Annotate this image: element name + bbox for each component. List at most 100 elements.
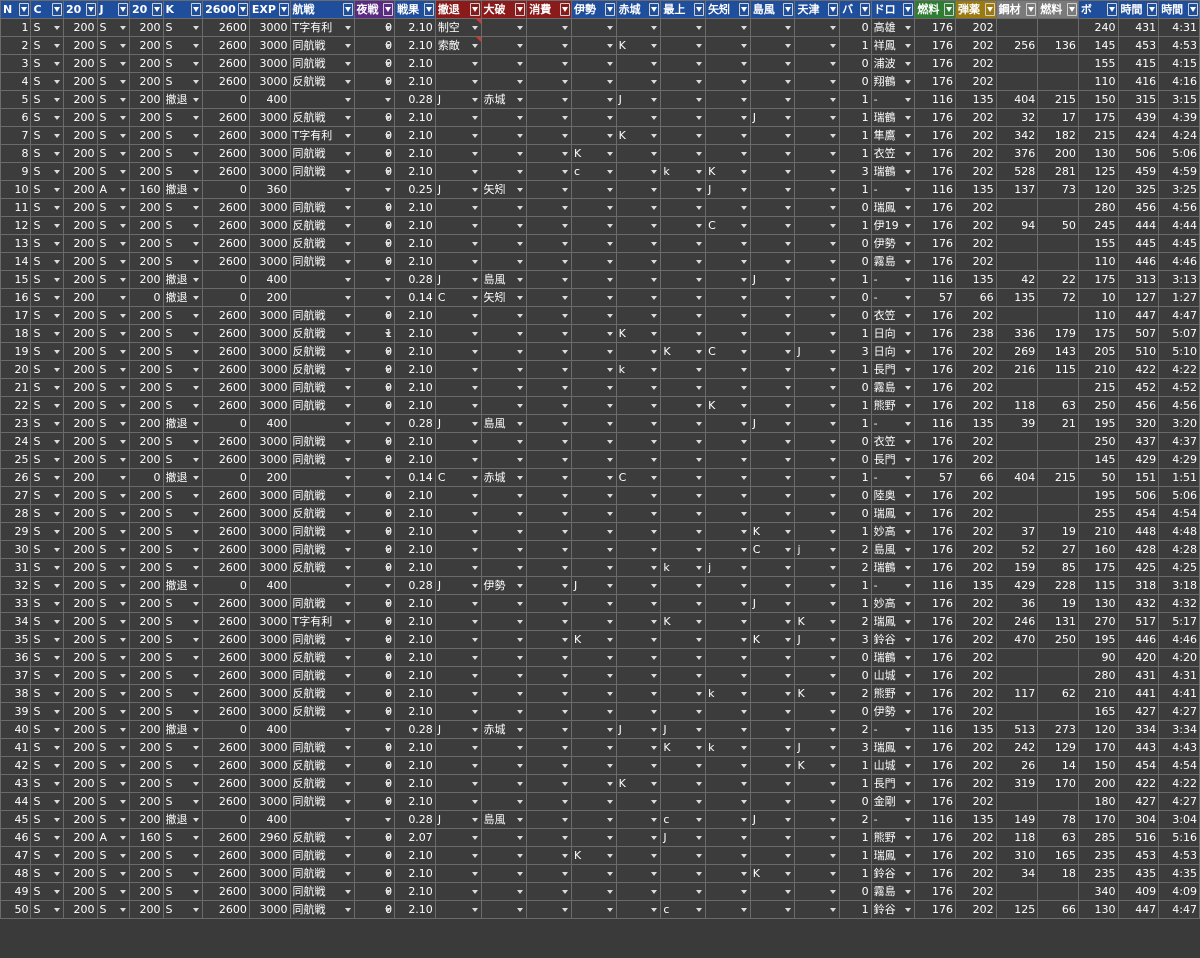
cell-j[interactable]: A — [96, 828, 130, 847]
cell-fuel2[interactable] — [1037, 306, 1079, 325]
dropdown-arrow-icon[interactable] — [120, 512, 126, 516]
cell-k[interactable]: S — [162, 900, 204, 919]
cell-bo[interactable]: 145 — [1077, 36, 1119, 55]
dropdown-arrow-icon[interactable] — [471, 296, 478, 300]
cell-senka[interactable]: 0.28 — [394, 270, 436, 289]
cell-shouhi[interactable] — [526, 270, 572, 289]
dropdown-arrow-icon[interactable] — [385, 440, 392, 444]
dropdown-arrow-icon[interactable] — [606, 818, 613, 822]
dropdown-arrow-icon[interactable] — [830, 98, 837, 102]
dropdown-arrow-icon[interactable] — [120, 224, 126, 228]
cell-shimakaze[interactable] — [749, 702, 796, 721]
cell-time-min[interactable]: 506 — [1117, 144, 1160, 163]
cell-shouhi[interactable] — [526, 576, 572, 595]
dropdown-arrow-icon[interactable] — [830, 764, 837, 768]
cell-senka[interactable]: 2.10 — [394, 864, 436, 883]
header-yasen[interactable]: 夜戦 — [353, 0, 396, 19]
dropdown-arrow-icon[interactable] — [785, 692, 792, 696]
cell-yasen[interactable]: 0 — [353, 396, 396, 415]
cell-val20a[interactable]: 200 — [62, 216, 98, 235]
header-no[interactable]: N — [0, 0, 32, 19]
cell-j[interactable]: S — [96, 576, 130, 595]
cell-val20a[interactable]: 200 — [62, 756, 98, 775]
dropdown-arrow-icon[interactable] — [696, 638, 703, 642]
cell-fuel[interactable]: 176 — [914, 216, 956, 235]
cell-val20a[interactable]: 200 — [62, 198, 98, 217]
cell-kousen[interactable]: 反航戦 — [289, 234, 355, 253]
cell-ammo[interactable]: 202 — [954, 306, 997, 325]
cell-yasen[interactable]: 0 — [353, 828, 396, 847]
cell-amatsu[interactable] — [794, 432, 841, 451]
dropdown-arrow-icon[interactable] — [344, 638, 351, 642]
dropdown-arrow-icon[interactable] — [830, 818, 837, 822]
cell-k[interactable]: S — [162, 36, 204, 55]
cell-k[interactable]: S — [162, 666, 204, 685]
cell-no[interactable]: 26 — [0, 468, 32, 487]
cell-shimakaze[interactable] — [749, 396, 796, 415]
cell-time[interactable]: 4:25 — [1158, 558, 1200, 577]
cell-c[interactable]: S — [30, 234, 64, 253]
dropdown-arrow-icon[interactable] — [785, 134, 792, 138]
cell-ba[interactable]: 1 — [839, 828, 872, 847]
dropdown-arrow-icon[interactable] — [830, 26, 837, 30]
cell-bo[interactable]: 175 — [1077, 270, 1119, 289]
cell-yasen[interactable]: 1 — [353, 324, 396, 343]
dropdown-arrow-icon[interactable] — [193, 584, 200, 588]
cell-ba[interactable]: 0 — [839, 234, 872, 253]
cell-yasen[interactable]: 0 — [353, 648, 396, 667]
cell-kousen[interactable]: 反航戦 — [289, 684, 355, 703]
cell-val20b[interactable]: 200 — [129, 450, 164, 469]
filter-icon[interactable] — [1147, 3, 1158, 16]
dropdown-arrow-icon[interactable] — [471, 458, 478, 462]
cell-ba[interactable]: 0 — [839, 648, 872, 667]
cell-no[interactable]: 25 — [0, 450, 32, 469]
cell-time[interactable]: 4:46 — [1158, 630, 1200, 649]
cell-mogami[interactable] — [660, 324, 707, 343]
cell-bo[interactable]: 210 — [1077, 684, 1119, 703]
cell-steel[interactable]: 404 — [995, 468, 1039, 487]
dropdown-arrow-icon[interactable] — [53, 98, 60, 102]
cell-amatsu[interactable] — [794, 900, 841, 919]
cell-kousen[interactable]: 同航戦 — [289, 378, 355, 397]
dropdown-arrow-icon[interactable] — [785, 458, 792, 462]
cell-ammo[interactable]: 135 — [954, 270, 997, 289]
cell-exp[interactable]: 3000 — [248, 126, 291, 145]
cell-val20b[interactable]: 200 — [129, 90, 164, 109]
dropdown-arrow-icon[interactable] — [561, 242, 568, 246]
cell-c[interactable]: S — [30, 306, 64, 325]
cell-ise[interactable] — [570, 702, 617, 721]
cell-shimakaze[interactable] — [749, 756, 796, 775]
cell-senka[interactable]: 2.10 — [394, 522, 436, 541]
cell-fuel2[interactable] — [1037, 378, 1079, 397]
cell-val20a[interactable]: 200 — [62, 540, 98, 559]
cell-val2600[interactable]: 0 — [202, 414, 250, 433]
cell-amatsu[interactable] — [794, 810, 841, 829]
cell-val20a[interactable]: 200 — [62, 288, 98, 307]
cell-bo[interactable]: 170 — [1077, 810, 1119, 829]
dropdown-arrow-icon[interactable] — [606, 512, 613, 516]
dropdown-arrow-icon[interactable] — [561, 296, 568, 300]
cell-yahagi[interactable] — [705, 18, 751, 37]
cell-exp[interactable]: 3000 — [248, 846, 291, 865]
cell-senka[interactable]: 2.07 — [394, 828, 436, 847]
cell-yasen[interactable]: 0 — [353, 558, 396, 577]
cell-shouhi[interactable] — [526, 594, 572, 613]
dropdown-arrow-icon[interactable] — [696, 746, 703, 750]
filter-icon[interactable] — [118, 3, 128, 16]
cell-c[interactable]: S — [30, 108, 64, 127]
cell-bo[interactable]: 255 — [1077, 504, 1119, 523]
cell-taiha[interactable] — [480, 144, 528, 163]
cell-mogami[interactable] — [660, 144, 707, 163]
cell-shouhi[interactable] — [526, 522, 572, 541]
dropdown-arrow-icon[interactable] — [471, 170, 478, 174]
dropdown-arrow-icon[interactable] — [517, 26, 524, 30]
cell-time[interactable]: 4:29 — [1158, 450, 1200, 469]
cell-ba[interactable]: 0 — [839, 450, 872, 469]
dropdown-arrow-icon[interactable] — [606, 674, 613, 678]
dropdown-arrow-icon[interactable] — [651, 638, 658, 642]
cell-kousen[interactable]: 反航戦 — [289, 342, 355, 361]
dropdown-arrow-icon[interactable] — [517, 224, 524, 228]
cell-time[interactable]: 4:16 — [1158, 72, 1200, 91]
dropdown-arrow-icon[interactable] — [740, 458, 747, 462]
cell-c[interactable]: S — [30, 522, 64, 541]
